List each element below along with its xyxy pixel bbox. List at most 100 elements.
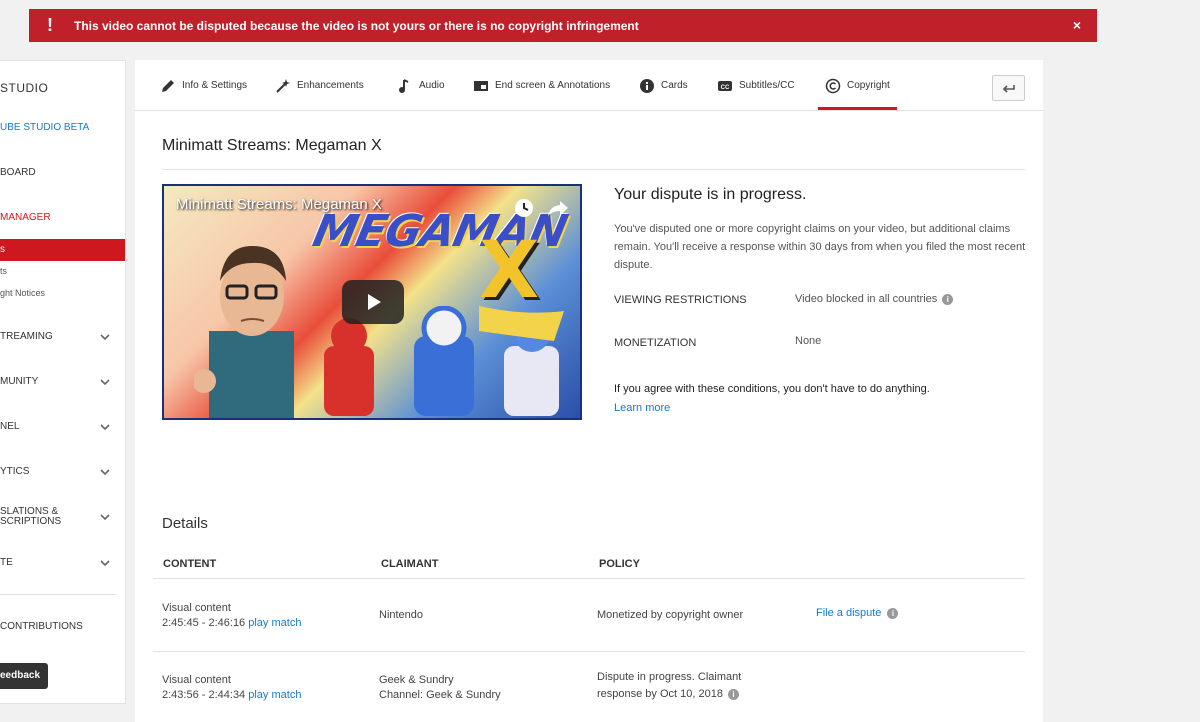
table-row-claimant: Geek & Sundry Channel: Geek & Sundry xyxy=(379,673,501,703)
time-range-wrapper: 2:45:45 - 2:46:16 play match xyxy=(162,616,301,631)
dispute-heading: Your dispute is in progress. xyxy=(614,186,807,203)
viewing-restrictions-label: VIEWING RESTRICTIONS xyxy=(614,294,747,306)
tab-enhancements[interactable]: Enhancements xyxy=(275,79,364,110)
sidebar-item-community[interactable]: MUNITY xyxy=(0,376,38,387)
pencil-icon xyxy=(162,80,174,92)
sidebar-item-video-manager[interactable]: MANAGER xyxy=(0,212,51,223)
feedback-button[interactable]: eedback xyxy=(0,663,48,689)
sidebar-item-live-streaming[interactable]: TREAMING xyxy=(0,331,53,342)
back-button[interactable] xyxy=(992,75,1025,101)
file-dispute-link[interactable]: File a dispute xyxy=(816,606,881,621)
sidebar: STUDIO UBE STUDIO BETA BOARD MANAGER s t… xyxy=(0,60,126,704)
tab-end-screen[interactable]: End screen & Annotations xyxy=(473,80,610,110)
tab-label: Audio xyxy=(419,80,445,91)
learn-more-link[interactable]: Learn more xyxy=(614,402,670,414)
table-row-policy: Monetized by copyright owner xyxy=(597,609,744,621)
tab-copyright[interactable]: Copyright xyxy=(825,78,890,110)
thumbnail-robots-illustration xyxy=(324,306,564,416)
table-row-claimant: Nintendo xyxy=(379,609,424,621)
end-screen-icon xyxy=(474,81,488,91)
sidebar-subitem-playlists[interactable]: ts xyxy=(0,266,7,276)
tab-label: Enhancements xyxy=(297,80,364,91)
sidebar-item-analytics[interactable]: YTICS xyxy=(0,466,29,477)
tab-audio[interactable]: Audio xyxy=(397,79,445,110)
chevron-down-icon[interactable] xyxy=(100,422,110,432)
policy-line-2-wrapper: response by Oct 10, 2018 i xyxy=(597,686,741,703)
info-circle-icon xyxy=(640,79,654,93)
chevron-down-icon[interactable] xyxy=(100,558,110,568)
table-row-content: Visual content 2:43:56 - 2:44:34 play ma… xyxy=(162,673,301,703)
column-header-content: CONTENT xyxy=(163,558,217,570)
column-header-policy: POLICY xyxy=(599,558,640,570)
info-icon[interactable]: i xyxy=(887,608,899,619)
thumbnail-logo-x: X xyxy=(479,226,540,316)
info-icon[interactable]: i xyxy=(942,293,954,305)
sidebar-item-studio-beta[interactable]: UBE STUDIO BETA xyxy=(0,122,89,133)
music-note-icon xyxy=(399,79,409,93)
chevron-down-icon[interactable] xyxy=(100,512,110,522)
tab-label: Copyright xyxy=(847,80,890,91)
chevron-down-icon[interactable] xyxy=(100,332,110,342)
table-row-content: Visual content 2:45:45 - 2:46:16 play ma… xyxy=(162,601,301,631)
sidebar-item-videos-active[interactable]: s xyxy=(0,239,125,261)
sidebar-item-contributions[interactable]: CONTRIBUTIONS xyxy=(0,621,83,632)
claimant-name: Geek & Sundry xyxy=(379,674,454,686)
monetization-text: None xyxy=(795,335,822,347)
chevron-down-icon[interactable] xyxy=(100,377,110,387)
content-type: Visual content xyxy=(162,674,231,686)
main-panel: Info & Settings Enhancements Audio End s… xyxy=(135,60,1043,722)
table-row-divider xyxy=(153,651,1025,652)
viewing-restrictions-text: Video blocked in all countries xyxy=(795,293,938,305)
sidebar-item-channel[interactable]: NEL xyxy=(0,421,19,432)
tab-info-settings[interactable]: Info & Settings xyxy=(160,80,247,110)
info-icon[interactable]: i xyxy=(727,689,739,700)
table-header-divider xyxy=(153,578,1025,579)
thumbnail-person-illustration xyxy=(194,246,294,418)
column-header-claimant: CLAIMANT xyxy=(381,558,439,570)
play-match-link[interactable]: play match xyxy=(248,689,301,701)
svg-text:CC: CC xyxy=(721,85,730,91)
cc-icon: CC xyxy=(718,81,732,91)
magic-wand-icon xyxy=(276,79,290,93)
tab-label: End screen & Annotations xyxy=(495,80,611,91)
chevron-down-icon[interactable] xyxy=(100,467,110,477)
close-icon[interactable]: × xyxy=(1073,17,1081,33)
exclamation-icon: ! xyxy=(47,15,53,35)
content-type: Visual content xyxy=(162,602,231,614)
tab-label: Info & Settings xyxy=(182,80,248,91)
sidebar-studio-title: STUDIO xyxy=(0,81,49,95)
details-heading: Details xyxy=(162,515,208,532)
sidebar-item-dashboard[interactable]: BOARD xyxy=(0,167,36,178)
sidebar-item-transcriptions[interactable]: SCRIPTIONS xyxy=(0,516,61,527)
table-row-action: File a dispute i xyxy=(816,606,899,621)
page-title: Minimatt Streams: Megaman X xyxy=(162,137,382,154)
watch-later-icon[interactable] xyxy=(514,198,534,218)
claimant-channel: Channel: Geek & Sundry xyxy=(379,689,501,701)
play-match-link[interactable]: play match xyxy=(248,617,301,629)
tab-bar: Info & Settings Enhancements Audio End s… xyxy=(135,60,1043,111)
policy-line-1: Dispute in progress. Claimant xyxy=(597,671,742,683)
monetization-value: None xyxy=(795,335,821,347)
table-row-policy: Dispute in progress. Claimant response b… xyxy=(597,669,741,703)
time-range-wrapper: 2:43:56 - 2:44:34 play match xyxy=(162,688,301,703)
viewing-restrictions-value: Video blocked in all countries i xyxy=(795,293,954,305)
sidebar-item-label: s xyxy=(0,244,5,255)
tab-label: Cards xyxy=(661,80,688,91)
monetization-label: MONETIZATION xyxy=(614,337,697,349)
title-divider xyxy=(162,169,1025,170)
dispute-description: You've disputed one or more copyright cl… xyxy=(614,223,1026,271)
sidebar-item-create[interactable]: TE xyxy=(0,557,13,568)
active-tab-indicator xyxy=(818,107,897,110)
share-icon[interactable] xyxy=(547,198,569,218)
tab-cards[interactable]: Cards xyxy=(639,79,688,110)
sidebar-subitem-copyright-notices[interactable]: ght Notices xyxy=(0,288,45,298)
play-icon xyxy=(368,294,381,310)
play-button[interactable] xyxy=(342,280,404,324)
time-range: 2:43:56 - 2:44:34 xyxy=(162,689,246,701)
error-alert-bar: ! This video cannot be disputed because … xyxy=(29,9,1097,42)
tab-subtitles[interactable]: CC Subtitles/CC xyxy=(717,80,795,110)
video-player[interactable]: MEGAMAN X Minimatt Streams: Megaman X xyxy=(162,184,582,420)
time-range: 2:45:45 - 2:46:16 xyxy=(162,617,246,629)
player-title: Minimatt Streams: Megaman X xyxy=(176,196,382,213)
agree-notice: If you agree with these conditions, you … xyxy=(614,383,930,395)
